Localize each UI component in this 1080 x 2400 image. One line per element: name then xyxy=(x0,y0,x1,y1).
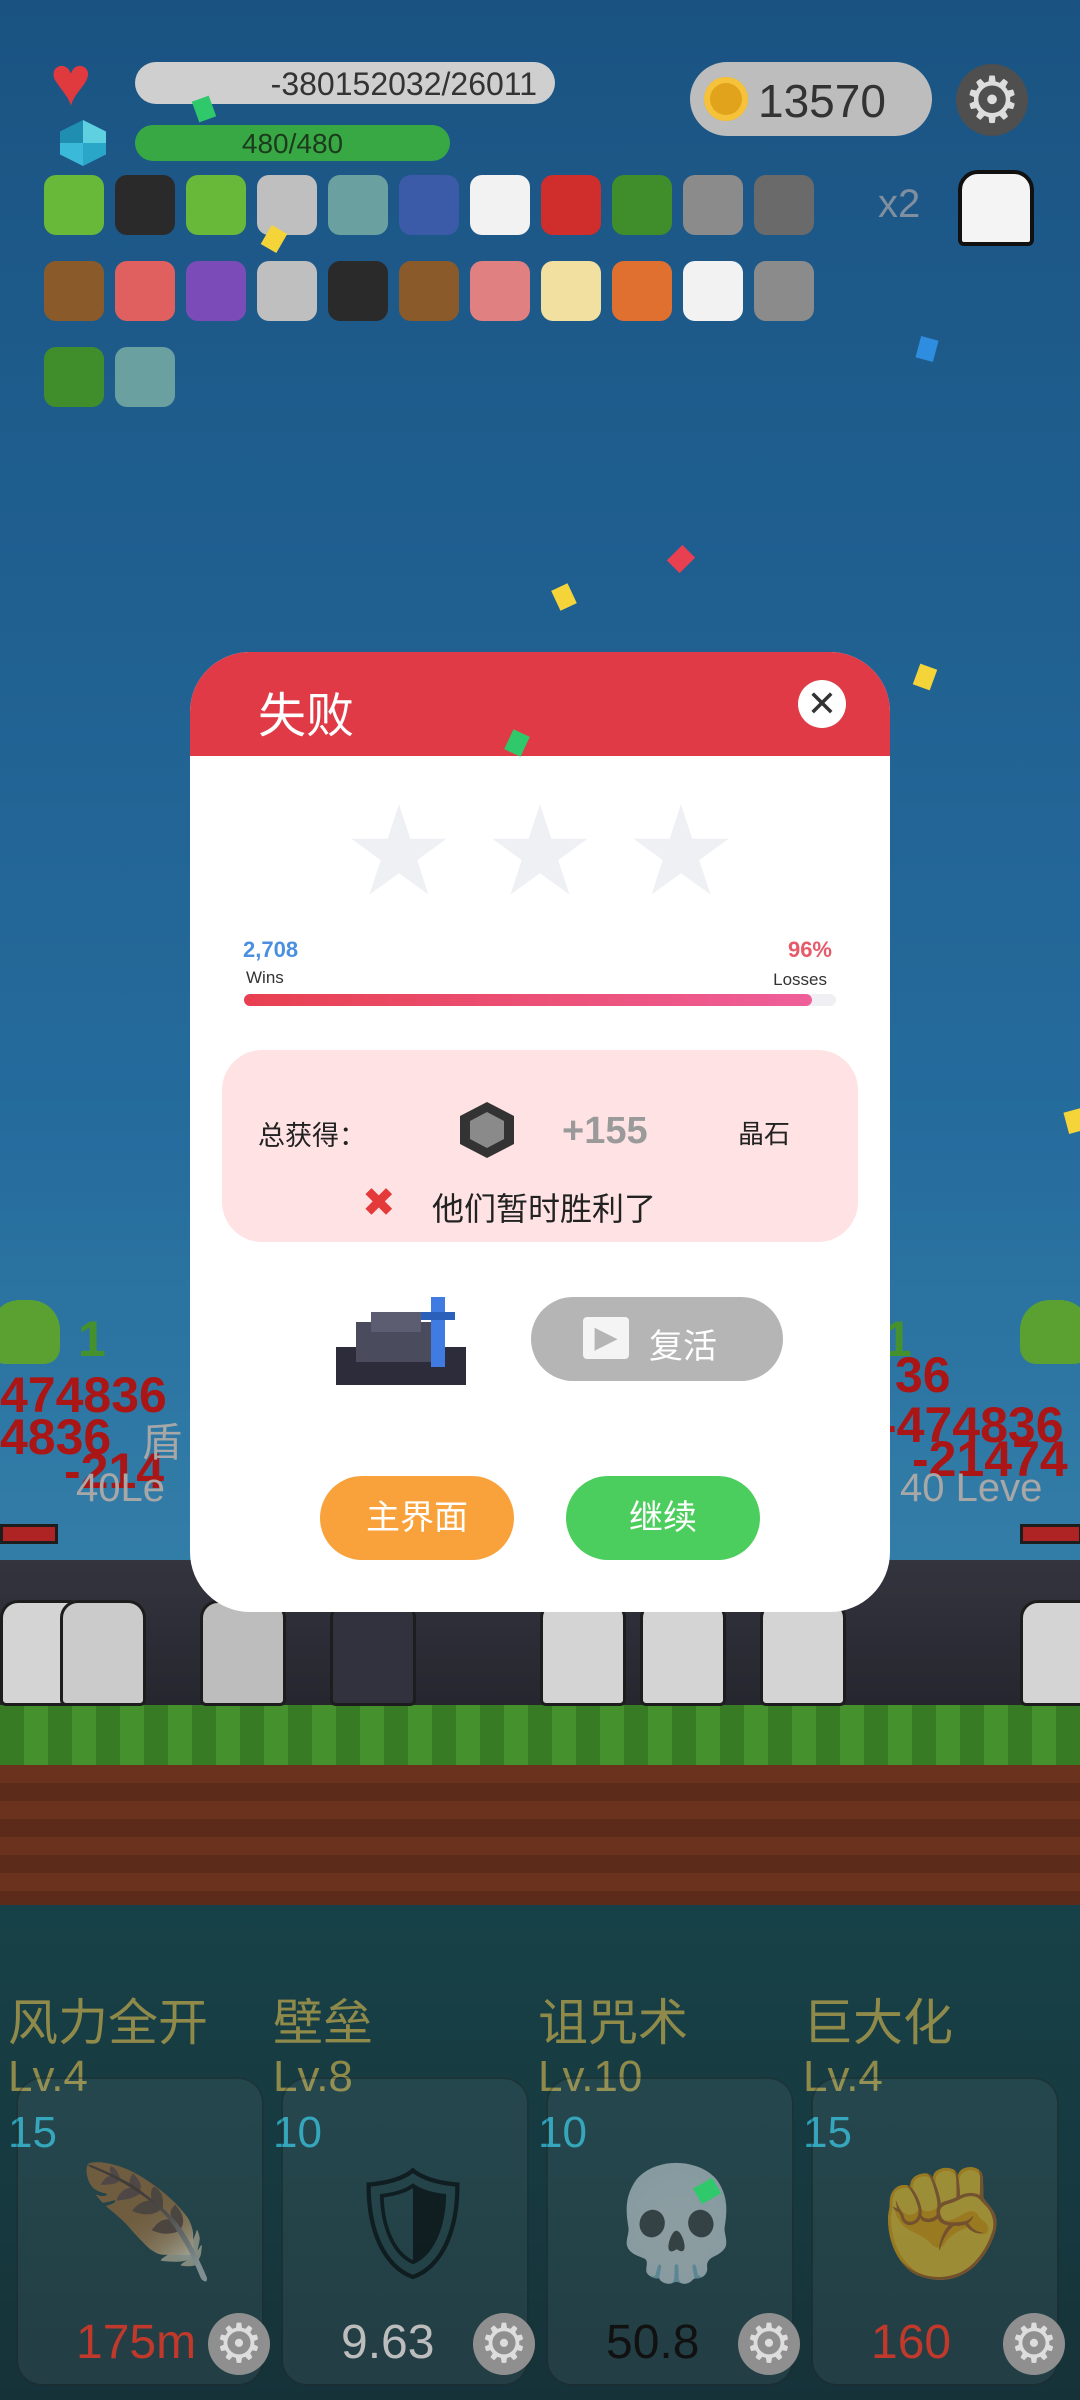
skill-upgrade-gear-icon[interactable]: ⚙ xyxy=(473,2313,535,2375)
tree-icon xyxy=(44,347,104,407)
shield-ring-icon xyxy=(328,175,388,235)
reward-unit: 晶石 xyxy=(738,1119,791,1149)
skill-card[interactable]: 🪶 175m ⚙ xyxy=(16,2077,270,2386)
reward-label: 总获得： xyxy=(258,1121,366,1151)
skill-upgrade-gear-icon[interactable]: ⚙ xyxy=(1003,2313,1065,2375)
dialog-header: 失败 ✕ xyxy=(190,652,890,756)
tree-icon xyxy=(612,175,672,235)
coin-amount: 13570 xyxy=(758,75,886,127)
star-rating: ★ ★ ★ xyxy=(340,783,740,921)
green-monster-icon xyxy=(186,175,246,235)
boot-icon xyxy=(115,261,175,321)
mp-text: 480/480 xyxy=(241,128,344,159)
home-button[interactable]: 主界面 xyxy=(320,1476,514,1560)
star-icon: ★ xyxy=(484,783,596,921)
wins-label: Wins xyxy=(246,968,284,987)
skill-card[interactable]: 💀 50.8 ⚙ xyxy=(546,2077,800,2386)
skill-card[interactable]: ✊ 160 ⚙ xyxy=(811,2077,1065,2386)
green-monster-icon xyxy=(44,175,104,235)
skull-icon: 💀 xyxy=(608,2162,745,2285)
skill-name: 风力全开 xyxy=(8,1995,208,2051)
revive-label: 复活 xyxy=(649,1328,717,1366)
settings-gear-icon[interactable]: ⚙ xyxy=(956,64,1028,136)
defeat-dialog: 失败 ✕ ★ ★ ★ 2,708 Wins 96% Losses 总获得： +1… xyxy=(190,652,890,1612)
skill-value: 9.63 xyxy=(341,2316,435,2369)
dagger-icon xyxy=(44,261,104,321)
losses-value: 96% xyxy=(787,937,832,962)
egg-icon xyxy=(541,261,601,321)
continue-button[interactable]: 继续 xyxy=(566,1476,760,1560)
orb-icon xyxy=(186,261,246,321)
shield-ring-icon xyxy=(115,347,175,407)
fist-icon: ✊ xyxy=(873,2162,1010,2285)
dagger-icon xyxy=(399,261,459,321)
fail-message: 他们暂时胜利了 xyxy=(432,1191,657,1227)
heart-icon: ♥ xyxy=(50,42,92,120)
multiplier-text: x2 xyxy=(878,182,921,226)
reward-value: +155 xyxy=(562,1110,648,1152)
hook-icon xyxy=(683,175,743,235)
skill-upgrade-gear-icon[interactable]: ⚙ xyxy=(738,2313,800,2375)
crystal-icon xyxy=(460,1102,514,1158)
losses-label: Losses xyxy=(773,970,827,989)
reward-box: 总获得： +155 晶石 ✖ 他们暂时胜利了 xyxy=(222,1050,858,1242)
hp-text: -380152032/26011 xyxy=(270,66,537,102)
bat-icon xyxy=(115,175,175,235)
fail-cross-icon: ✖ xyxy=(362,1181,396,1225)
skill-name: 壁垒 xyxy=(273,1995,373,2051)
hook-icon xyxy=(754,261,814,321)
star-icon: ★ xyxy=(625,783,737,921)
sword-icon xyxy=(257,261,317,321)
mp-bar: 480/480 xyxy=(135,125,450,161)
flower-icon xyxy=(470,175,530,235)
pill-icon xyxy=(470,261,530,321)
armor-icon: 🛡 xyxy=(343,2162,483,2285)
video-icon: ▶ xyxy=(583,1317,629,1359)
feather-icon: 🪶 xyxy=(78,2162,215,2285)
coin-counter: 13570 xyxy=(690,62,932,136)
dialog-title: 失败 xyxy=(258,690,355,743)
progress-fill xyxy=(244,994,813,1006)
skill-value: 50.8 xyxy=(606,2316,700,2369)
win-loss-progress xyxy=(244,994,836,1006)
star-icon: ★ xyxy=(343,783,455,921)
hp-bar: -380152032/26011 xyxy=(135,62,555,104)
horned-helmet-icon xyxy=(754,175,814,235)
skill-upgrade-gear-icon[interactable]: ⚙ xyxy=(208,2313,270,2375)
shield-icon xyxy=(399,175,459,235)
coin-icon xyxy=(704,77,748,121)
wins-value: 2,708 xyxy=(243,937,299,962)
skill-value: 175m xyxy=(76,2316,197,2369)
skill-card[interactable]: 🛡 9.63 ⚙ xyxy=(281,2077,535,2386)
torch-icon xyxy=(612,261,672,321)
skill-name: 诅咒术 xyxy=(538,1995,688,2051)
flower-icon xyxy=(683,261,743,321)
skill-name: 巨大化 xyxy=(803,1995,953,2051)
sword-icon xyxy=(257,175,317,235)
dark-helmet-icon xyxy=(336,1297,466,1385)
apple-icon xyxy=(541,175,601,235)
close-icon[interactable]: ✕ xyxy=(798,680,846,728)
revive-button[interactable]: ▶ 复活 xyxy=(531,1297,783,1381)
skill-value: 160 xyxy=(871,2316,952,2369)
book-icon xyxy=(328,261,388,321)
ghost-avatar-icon[interactable] xyxy=(958,170,1034,246)
